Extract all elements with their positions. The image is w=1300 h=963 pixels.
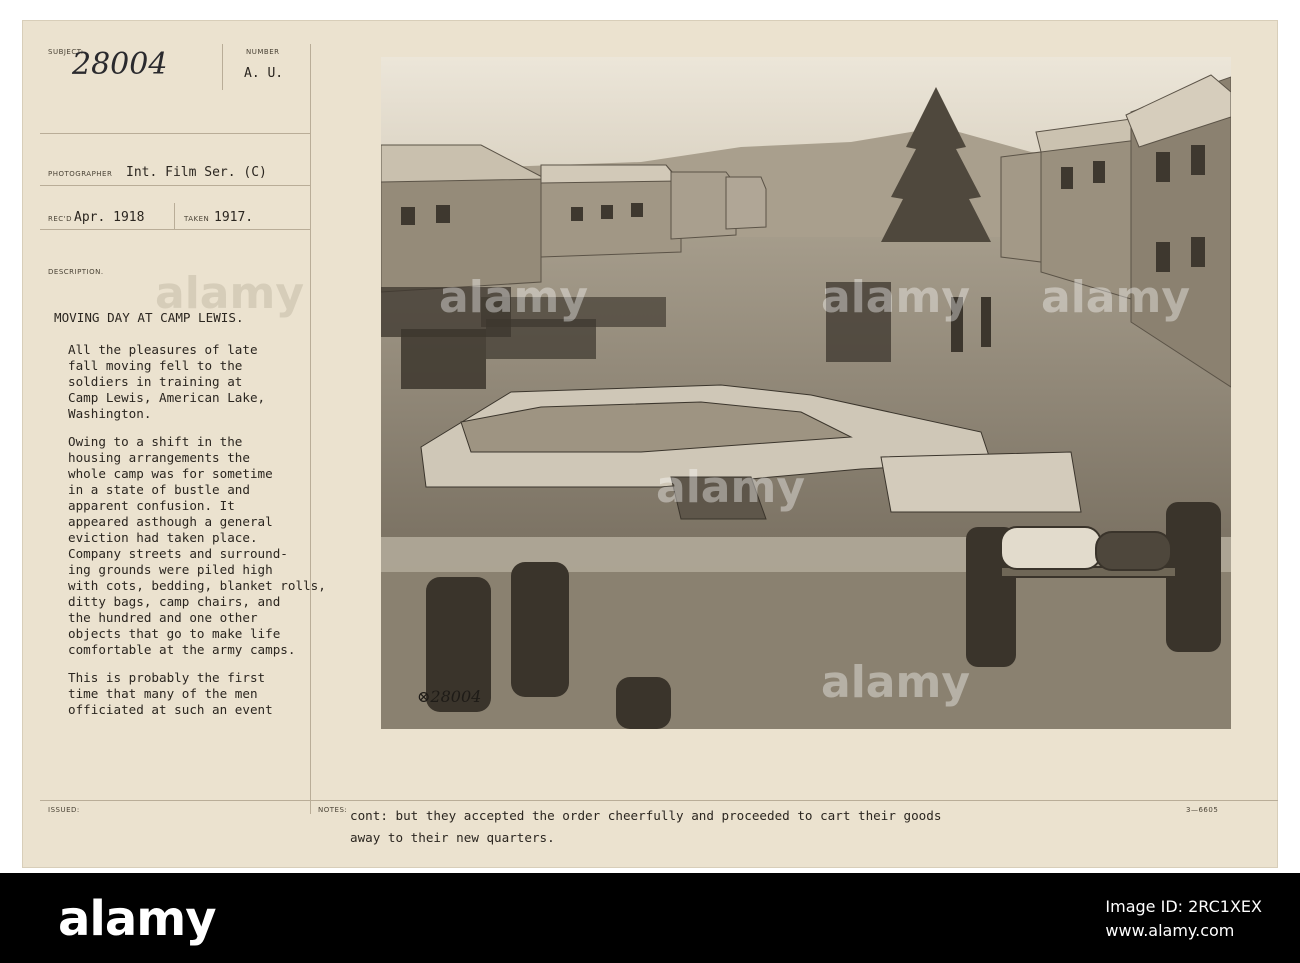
text-line: appeared asthough a general (68, 514, 273, 529)
text-line: Camp Lewis, American Lake, (68, 390, 266, 405)
photographer-value: Int. Film Ser. (C) (126, 165, 267, 180)
description-paragraph-3: This is probably the first time that man… (54, 670, 394, 718)
site-url: www.alamy.com (1105, 921, 1235, 940)
photographer-label: PHOTOGRAPHER (48, 170, 113, 178)
text-line: apparent confusion. It (68, 498, 235, 513)
text-line: This is probably the first (68, 670, 266, 685)
header-rule-1 (40, 133, 310, 134)
image-id-block: Image ID: 2RC1XEX www.alamy.com (1105, 895, 1262, 943)
negative-number: ⊗28004 (417, 687, 482, 706)
text-line: objects that go to make life (68, 626, 281, 641)
text-line: soldiers in training at (68, 374, 243, 389)
text-line: Owing to a shift in the (68, 434, 243, 449)
cot-carry (1000, 526, 1177, 578)
text-line: ditty bags, camp chairs, and (68, 594, 281, 609)
stock-watermark: alamy (821, 657, 970, 708)
text-line: time that many of the men (68, 686, 258, 701)
text-line: in a state of bustle and (68, 482, 250, 497)
text-line: the hundred and one other (68, 610, 258, 625)
issued-label: ISSUED: (48, 806, 80, 814)
text-line: All the pleasures of late (68, 342, 258, 357)
description-label: DESCRIPTION. (48, 268, 104, 276)
footer-rule (40, 800, 1278, 801)
description-paragraph-1: All the pleasures of late fall moving fe… (54, 342, 394, 422)
notes-line-1: cont: but they accepted the order cheerf… (350, 808, 942, 823)
stock-footer: alamy Image ID: 2RC1XEX www.alamy.com (0, 873, 1300, 963)
number-divider (222, 44, 223, 90)
taken-value: 1917. (214, 210, 254, 225)
text-line: comfortable at the army camps. (68, 642, 296, 657)
stock-watermark: alamy (439, 272, 588, 323)
description-paragraph-2: Owing to a shift in the housing arrangem… (54, 434, 394, 658)
text-line: housing arrangements the (68, 450, 250, 465)
alamy-logo: alamy (58, 891, 217, 947)
text-line: Company streets and surround- (68, 546, 288, 561)
taken-label: TAKEN (184, 215, 210, 223)
stock-watermark: alamy (155, 268, 304, 319)
image-id: Image ID: 2RC1XEX (1105, 897, 1262, 916)
text-line: eviction had taken place. (68, 530, 258, 545)
taken-divider (174, 203, 175, 229)
recd-label: REC'D (48, 215, 72, 223)
recd-value: Apr. 1918 (74, 210, 145, 225)
header-rule-3 (40, 229, 310, 230)
foreground-road (381, 572, 1231, 729)
photo-scene (381, 57, 1231, 729)
text-line: fall moving fell to the (68, 358, 243, 373)
text-line: with cots, bedding, blanket rolls, (68, 578, 326, 593)
number-label: NUMBER (246, 48, 280, 56)
historical-photograph: ⊗28004 alamy alamy alamy alamy alamy (381, 57, 1231, 729)
stock-watermark: alamy (821, 272, 970, 323)
notes-label: NOTES: (318, 806, 348, 814)
text-line: ing grounds were piled high (68, 562, 273, 577)
description-block: MOVING DAY AT CAMP LEWIS. All the pleasu… (54, 310, 394, 718)
subject-value: 28004 (72, 47, 168, 82)
header-rule-2 (40, 185, 310, 186)
stock-watermark: alamy (1041, 272, 1190, 323)
text-line: officiated at such an event (68, 702, 273, 717)
text-line: Washington. (68, 406, 152, 421)
form-code: 3—6605 (1186, 806, 1219, 814)
text-line: whole camp was for sometime (68, 466, 273, 481)
number-value: A. U. (244, 66, 284, 81)
stock-watermark: alamy (656, 462, 805, 513)
notes-line-2: away to their new quarters. (350, 830, 555, 845)
